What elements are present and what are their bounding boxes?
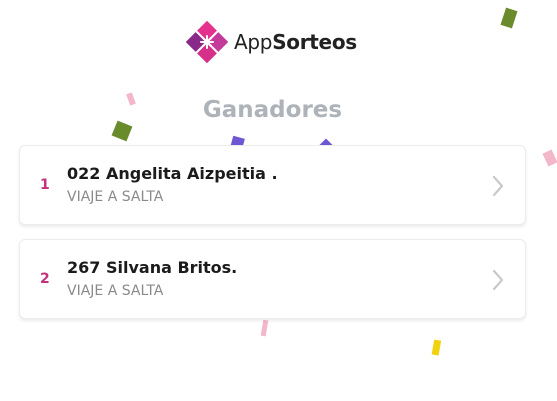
brand-name: AppSorteos	[234, 30, 357, 54]
winners-page: AppSorteos Ganadores 1 022 Angelita Aizp…	[0, 0, 557, 401]
winner-card[interactable]: 2 267 Silvana Britos. VIAJE A SALTA	[19, 239, 526, 319]
winner-rank: 1	[40, 177, 50, 193]
winner-prize: VIAJE A SALTA	[67, 189, 164, 205]
diamond-logo-icon	[186, 21, 228, 63]
confetti-piece	[260, 319, 269, 337]
winner-name: 267 Silvana Britos.	[67, 258, 238, 277]
chevron-right-icon[interactable]	[492, 269, 504, 291]
winner-name: 022 Angelita Aizpeitia .	[67, 164, 278, 183]
confetti-piece	[111, 120, 133, 142]
confetti-piece	[500, 7, 518, 29]
brand-name-bold: Sorteos	[272, 30, 357, 54]
confetti-piece	[431, 339, 442, 356]
winner-card[interactable]: 1 022 Angelita Aizpeitia . VIAJE A SALTA	[19, 145, 526, 225]
winner-rank: 2	[40, 271, 50, 287]
app-logo[interactable]: AppSorteos	[186, 21, 357, 63]
brand-name-light: App	[234, 30, 273, 54]
page-title: Ganadores	[202, 97, 343, 123]
winner-prize: VIAJE A SALTA	[67, 283, 164, 299]
confetti-piece	[542, 149, 557, 167]
chevron-right-icon[interactable]	[492, 175, 504, 197]
